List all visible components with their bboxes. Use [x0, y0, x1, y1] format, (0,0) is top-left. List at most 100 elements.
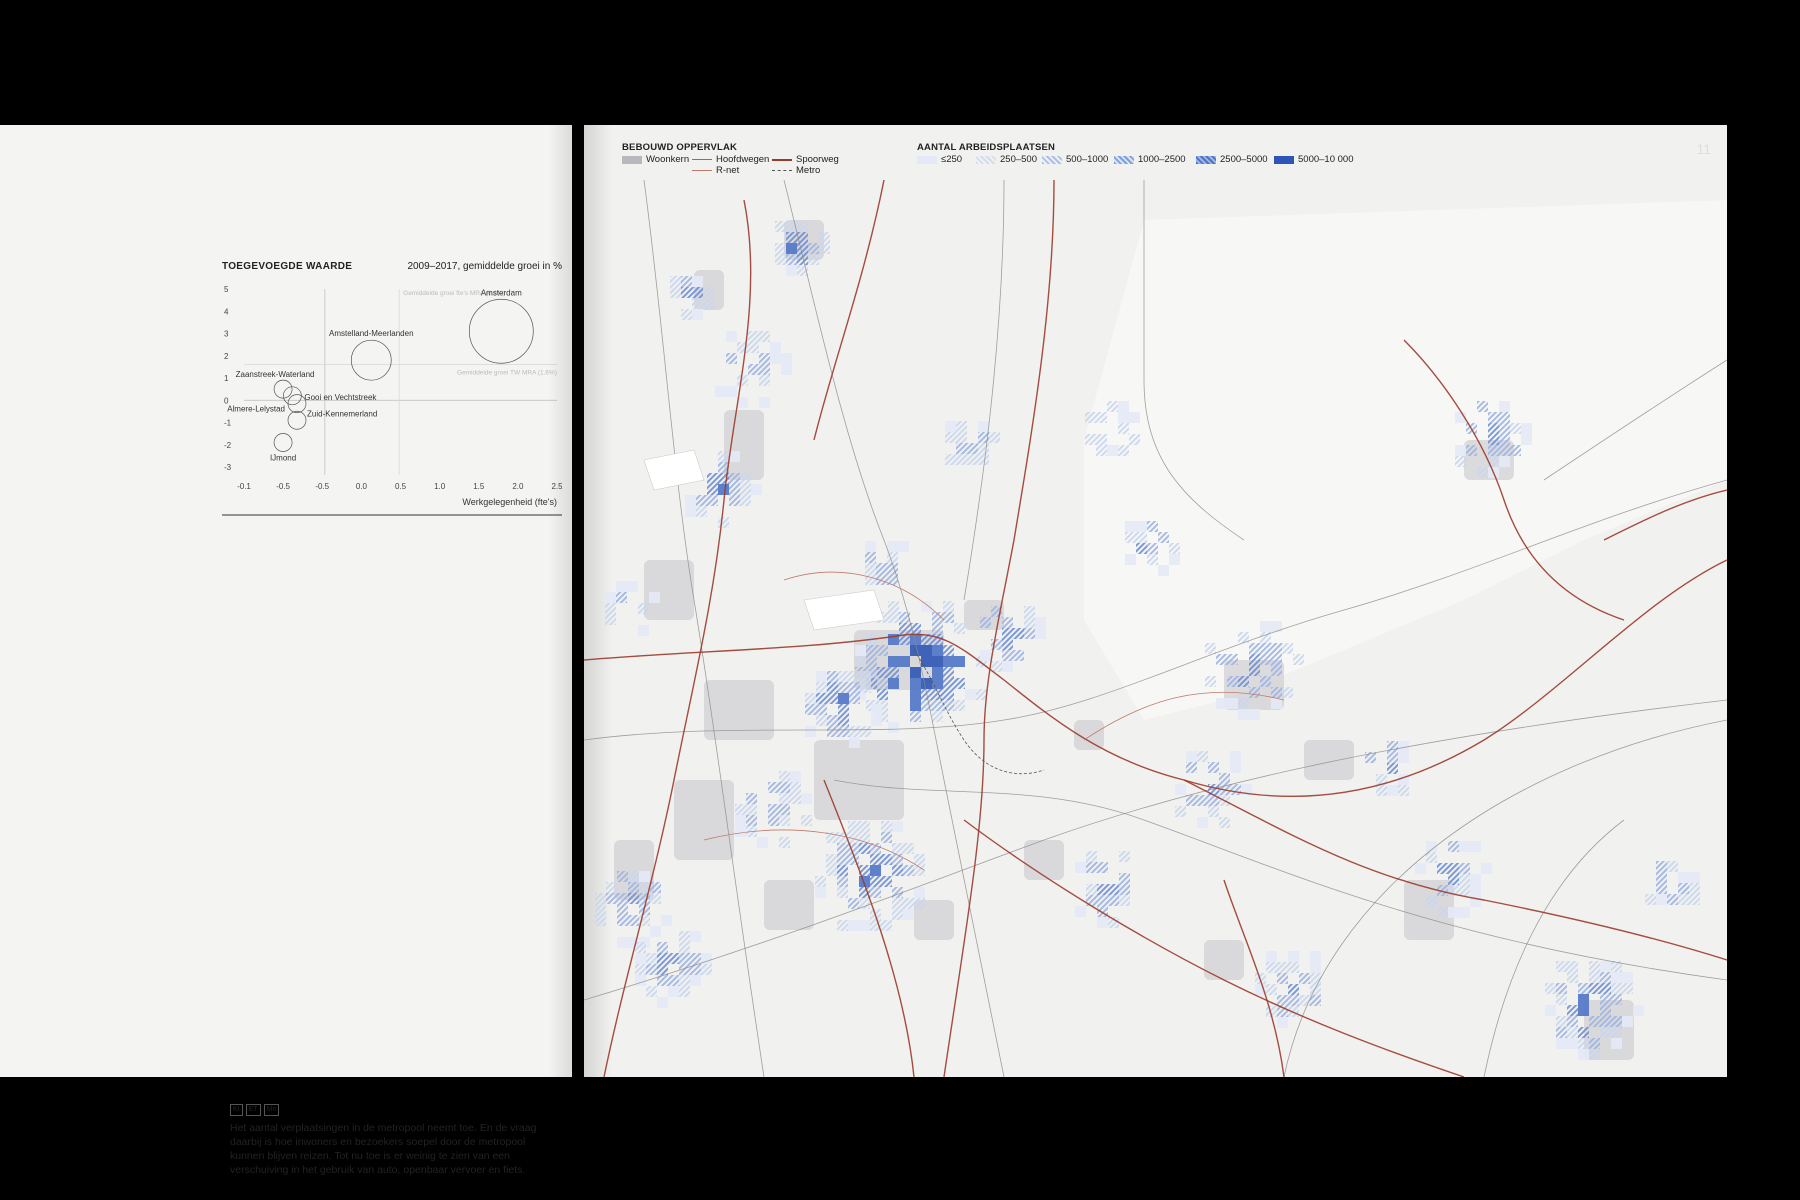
job-density-cell — [1024, 628, 1035, 639]
x-tick-label: 2.0 — [512, 482, 524, 491]
x-tick-label: -0.5 — [276, 482, 290, 491]
job-density-cell — [871, 704, 882, 715]
job-density-cell — [703, 298, 714, 309]
job-density-cell — [1589, 1016, 1600, 1027]
job-density-cell — [1085, 434, 1096, 445]
job-density-cell — [605, 603, 616, 614]
job-density-cell — [627, 581, 638, 592]
job-density-cell — [877, 645, 888, 656]
job-density-cell — [1125, 554, 1136, 565]
built-up-area — [1204, 940, 1244, 980]
job-density-cell — [748, 331, 759, 342]
job-density-cell — [1611, 983, 1622, 994]
job-density-cell — [690, 975, 701, 986]
job-density-cell — [718, 484, 729, 495]
job-density-cell — [1129, 434, 1140, 445]
job-density-cell — [1197, 751, 1208, 762]
class-5-swatch — [1196, 155, 1216, 164]
job-density-cell — [1118, 445, 1129, 456]
job-density-cell — [617, 915, 628, 926]
job-density-cell — [681, 276, 692, 287]
job-density-cell — [932, 645, 943, 656]
job-density-cell — [1611, 994, 1622, 1005]
job-density-cell — [1108, 895, 1119, 906]
x-tick-label: -0.5 — [315, 482, 329, 491]
job-density-cell — [1622, 983, 1633, 994]
job-density-cell — [701, 964, 712, 975]
job-density-cell — [1448, 874, 1459, 885]
job-density-cell — [1499, 445, 1510, 456]
job-density-cell — [1277, 995, 1288, 1006]
built-up-area — [1304, 740, 1354, 780]
job-density-cell — [888, 722, 899, 733]
legend-class-2: 250–500 — [976, 154, 1037, 165]
job-density-cell — [1477, 467, 1488, 478]
job-density-cell — [1238, 709, 1249, 720]
job-density-cell — [849, 682, 860, 693]
job-density-cell — [838, 704, 849, 715]
job-density-cell — [1288, 962, 1299, 973]
y-tick-label: -2 — [224, 441, 232, 450]
job-density-cell — [1459, 907, 1470, 918]
job-density-cell — [1002, 617, 1013, 628]
job-density-cell — [668, 953, 679, 964]
job-density-cell — [1600, 961, 1611, 972]
job-density-cell — [1085, 412, 1096, 423]
job-density-cell — [768, 782, 779, 793]
job-density-cell — [1169, 554, 1180, 565]
job-density-cell — [1488, 445, 1499, 456]
job-density-cell — [1578, 994, 1589, 1005]
job-density-cell — [899, 656, 910, 667]
job-density-cell — [1002, 628, 1013, 639]
job-density-cell — [848, 920, 859, 931]
job-density-cell — [1689, 883, 1700, 894]
job-density-cell — [805, 726, 816, 737]
job-density-cell — [1035, 628, 1046, 639]
job-density-cell — [657, 942, 668, 953]
x-axis-label: Werkgelegenheid (fte's) — [462, 497, 557, 507]
job-density-cell — [989, 432, 1000, 443]
job-density-cell — [1567, 972, 1578, 983]
job-density-cell — [910, 711, 921, 722]
y-tick-label: 1 — [224, 374, 229, 383]
job-density-cell — [1589, 1038, 1600, 1049]
legend-rnet-label: R-net — [716, 165, 740, 176]
job-density-cell — [692, 298, 703, 309]
job-density-cell — [786, 254, 797, 265]
job-density-cell — [827, 693, 838, 704]
job-density-cell — [729, 495, 740, 506]
job-density-cell — [866, 656, 877, 667]
job-density-cell — [768, 804, 779, 815]
job-density-cell — [954, 700, 965, 711]
job-density-cell — [1249, 709, 1260, 720]
job-density-cell — [646, 986, 657, 997]
built-up-area — [674, 780, 734, 860]
job-density-cell — [786, 232, 797, 243]
job-density-cell — [932, 623, 943, 634]
job-density-cell — [1556, 961, 1567, 972]
legend-hoofdwegen-label: Hoofdwegen — [716, 154, 770, 165]
body-paragraph: Het aantal verplaatsingen in de metropoo… — [230, 1122, 537, 1176]
job-density-cell — [1398, 785, 1409, 796]
job-density-cell — [849, 726, 860, 737]
job-density-cell — [726, 331, 737, 342]
job-density-cell — [1024, 617, 1035, 628]
y-tick-label: 2 — [224, 352, 229, 361]
job-density-cell — [877, 667, 888, 678]
job-density-cell — [679, 931, 690, 942]
job-density-cell — [860, 726, 871, 737]
data-point-bubble — [468, 298, 534, 364]
job-density-cell — [1556, 983, 1567, 994]
job-density-cell — [837, 887, 848, 898]
job-density-cell — [1459, 885, 1470, 896]
job-density-cell — [1293, 654, 1304, 665]
job-density-cell — [1096, 412, 1107, 423]
job-density-cell — [943, 645, 954, 656]
job-density-cell — [690, 931, 701, 942]
job-density-cell — [779, 793, 790, 804]
job-density-cell — [859, 920, 870, 931]
job-density-cell — [1459, 874, 1470, 885]
job-density-cell — [1216, 654, 1227, 665]
job-density-cell — [956, 421, 967, 432]
job-density-cell — [779, 837, 790, 848]
